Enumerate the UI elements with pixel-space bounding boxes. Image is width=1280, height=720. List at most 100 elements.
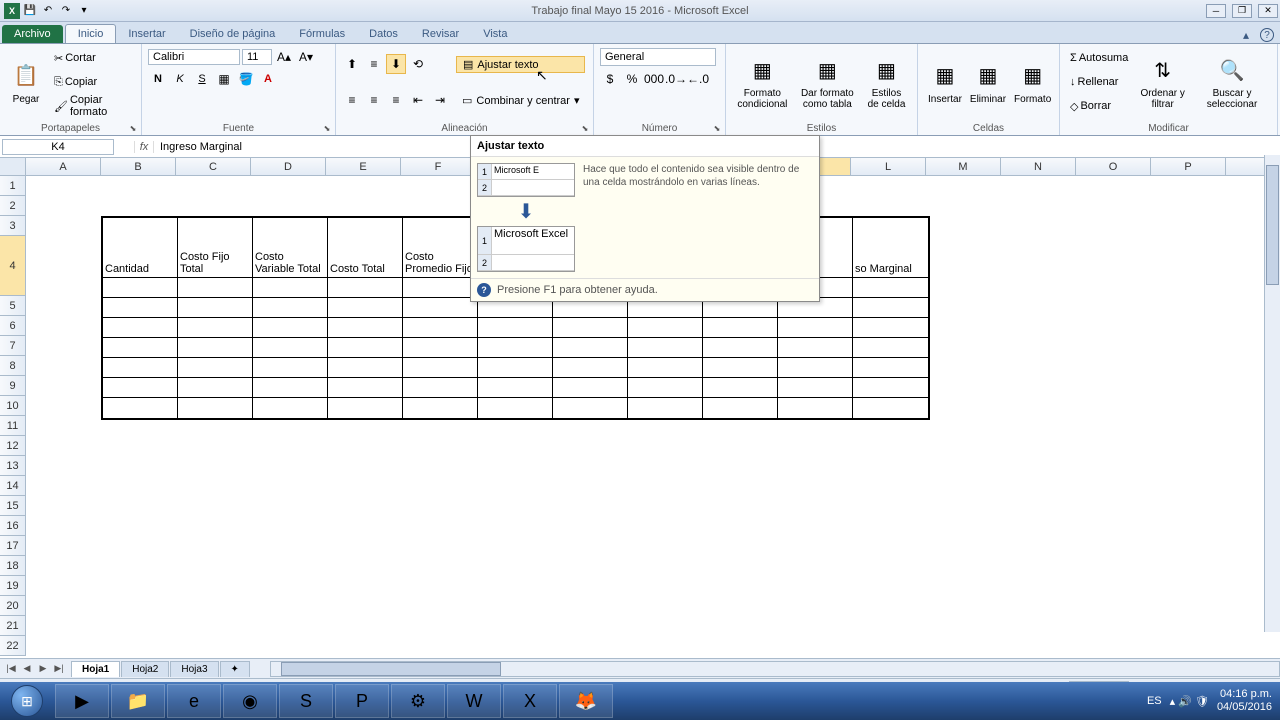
paste-button[interactable]: 📋 Pegar xyxy=(6,46,46,118)
tab-layout[interactable]: Diseño de página xyxy=(178,25,288,43)
shrink-font-icon[interactable]: A▾ xyxy=(296,47,316,67)
taskbar-excel[interactable]: X xyxy=(503,684,557,718)
row-header[interactable]: 4 xyxy=(0,236,26,296)
format-table-button[interactable]: ▦Dar formato como tabla xyxy=(793,46,862,118)
number-format-select[interactable] xyxy=(600,48,716,66)
table-cell[interactable] xyxy=(178,378,253,398)
cut-button[interactable]: ✂Cortar xyxy=(50,48,135,68)
font-launcher-icon[interactable]: ⬊ xyxy=(321,122,333,134)
table-cell[interactable] xyxy=(403,298,478,318)
row-header[interactable]: 7 xyxy=(0,336,26,356)
table-cell[interactable] xyxy=(253,318,328,338)
fill-color-icon[interactable]: 🪣 xyxy=(236,69,256,89)
font-name-select[interactable] xyxy=(148,49,240,65)
table-cell[interactable] xyxy=(853,358,928,378)
col-header[interactable]: M xyxy=(926,158,1001,175)
table-cell[interactable] xyxy=(253,378,328,398)
fill-button[interactable]: ↓Rellenar xyxy=(1066,72,1132,92)
row-header[interactable]: 19 xyxy=(0,576,26,596)
table-cell[interactable] xyxy=(328,298,403,318)
table-cell[interactable] xyxy=(853,338,928,358)
table-cell[interactable] xyxy=(253,278,328,298)
col-header[interactable]: D xyxy=(251,158,326,175)
col-header[interactable]: O xyxy=(1076,158,1151,175)
table-cell[interactable] xyxy=(478,378,553,398)
tab-view[interactable]: Vista xyxy=(471,25,519,43)
table-cell[interactable] xyxy=(103,398,178,418)
currency-icon[interactable]: $ xyxy=(600,69,620,89)
table-cell[interactable] xyxy=(328,398,403,418)
table-header-cell[interactable]: so Marginal xyxy=(853,218,928,278)
table-cell[interactable] xyxy=(178,338,253,358)
table-cell[interactable] xyxy=(553,398,628,418)
tab-insert[interactable]: Insertar xyxy=(116,25,177,43)
col-header[interactable]: C xyxy=(176,158,251,175)
minimize-ribbon-icon[interactable]: ▴ xyxy=(1238,27,1254,43)
row-header[interactable]: 2 xyxy=(0,196,26,216)
table-cell[interactable] xyxy=(628,398,703,418)
table-cell[interactable] xyxy=(478,318,553,338)
table-cell[interactable] xyxy=(253,398,328,418)
table-cell[interactable] xyxy=(478,358,553,378)
table-cell[interactable] xyxy=(178,318,253,338)
table-cell[interactable] xyxy=(328,358,403,378)
table-cell[interactable] xyxy=(403,338,478,358)
table-cell[interactable] xyxy=(328,338,403,358)
table-cell[interactable] xyxy=(778,338,853,358)
sheet-nav-first-icon[interactable]: |◀ xyxy=(4,663,18,674)
table-cell[interactable] xyxy=(853,318,928,338)
format-painter-button[interactable]: 🖌Copiar formato xyxy=(50,96,135,116)
table-cell[interactable] xyxy=(253,358,328,378)
row-header[interactable]: 21 xyxy=(0,616,26,636)
table-cell[interactable] xyxy=(853,378,928,398)
fx-icon[interactable]: fx xyxy=(134,141,154,153)
table-cell[interactable] xyxy=(328,318,403,338)
table-cell[interactable] xyxy=(703,358,778,378)
table-cell[interactable] xyxy=(328,278,403,298)
delete-cells-button[interactable]: ▦Eliminar xyxy=(966,46,1010,118)
table-cell[interactable] xyxy=(103,338,178,358)
horizontal-scrollbar[interactable] xyxy=(270,661,1280,677)
start-button[interactable]: ⊞ xyxy=(0,682,54,720)
italic-icon[interactable]: K xyxy=(170,69,190,89)
row-header[interactable]: 9 xyxy=(0,376,26,396)
percent-icon[interactable]: % xyxy=(622,69,642,89)
name-box[interactable] xyxy=(2,139,114,155)
col-header[interactable]: N xyxy=(1001,158,1076,175)
sheet-nav-prev-icon[interactable]: ◀ xyxy=(20,663,34,674)
col-header[interactable]: P xyxy=(1151,158,1226,175)
row-header[interactable]: 12 xyxy=(0,436,26,456)
table-cell[interactable] xyxy=(103,298,178,318)
align-bottom-icon[interactable]: ⬇ xyxy=(386,54,406,74)
col-header[interactable]: B xyxy=(101,158,176,175)
taskbar-firefox[interactable]: 🦊 xyxy=(559,684,613,718)
table-cell[interactable] xyxy=(178,398,253,418)
font-color-icon[interactable]: A xyxy=(258,69,278,89)
table-cell[interactable] xyxy=(778,378,853,398)
table-cell[interactable] xyxy=(403,318,478,338)
row-header[interactable]: 20 xyxy=(0,596,26,616)
font-size-select[interactable] xyxy=(242,49,272,65)
sheet-tab[interactable]: Hoja2 xyxy=(121,661,169,677)
indent-decrease-icon[interactable]: ⇤ xyxy=(408,90,428,110)
table-cell[interactable] xyxy=(853,398,928,418)
tray-icons[interactable]: ▴ 🔊 🛡 xyxy=(1170,695,1209,708)
tab-file[interactable]: Archivo xyxy=(2,25,63,43)
sort-filter-button[interactable]: ⇅Ordenar y filtrar xyxy=(1132,46,1193,118)
tab-data[interactable]: Datos xyxy=(357,25,410,43)
table-cell[interactable] xyxy=(103,378,178,398)
format-cells-button[interactable]: ▦Formato xyxy=(1010,46,1055,118)
table-cell[interactable] xyxy=(328,378,403,398)
vertical-scrollbar[interactable] xyxy=(1264,155,1280,632)
alignment-launcher-icon[interactable]: ⬊ xyxy=(579,122,591,134)
table-cell[interactable] xyxy=(628,358,703,378)
sheet-tab[interactable]: Hoja1 xyxy=(71,661,120,677)
save-icon[interactable]: 💾 xyxy=(22,3,38,19)
table-cell[interactable] xyxy=(103,318,178,338)
copy-button[interactable]: ⎘Copiar xyxy=(50,72,135,92)
table-cell[interactable] xyxy=(628,318,703,338)
taskbar-chrome[interactable]: ◉ xyxy=(223,684,277,718)
row-header[interactable]: 22 xyxy=(0,636,26,656)
undo-icon[interactable]: ↶ xyxy=(40,3,56,19)
comma-icon[interactable]: 000 xyxy=(644,69,664,89)
